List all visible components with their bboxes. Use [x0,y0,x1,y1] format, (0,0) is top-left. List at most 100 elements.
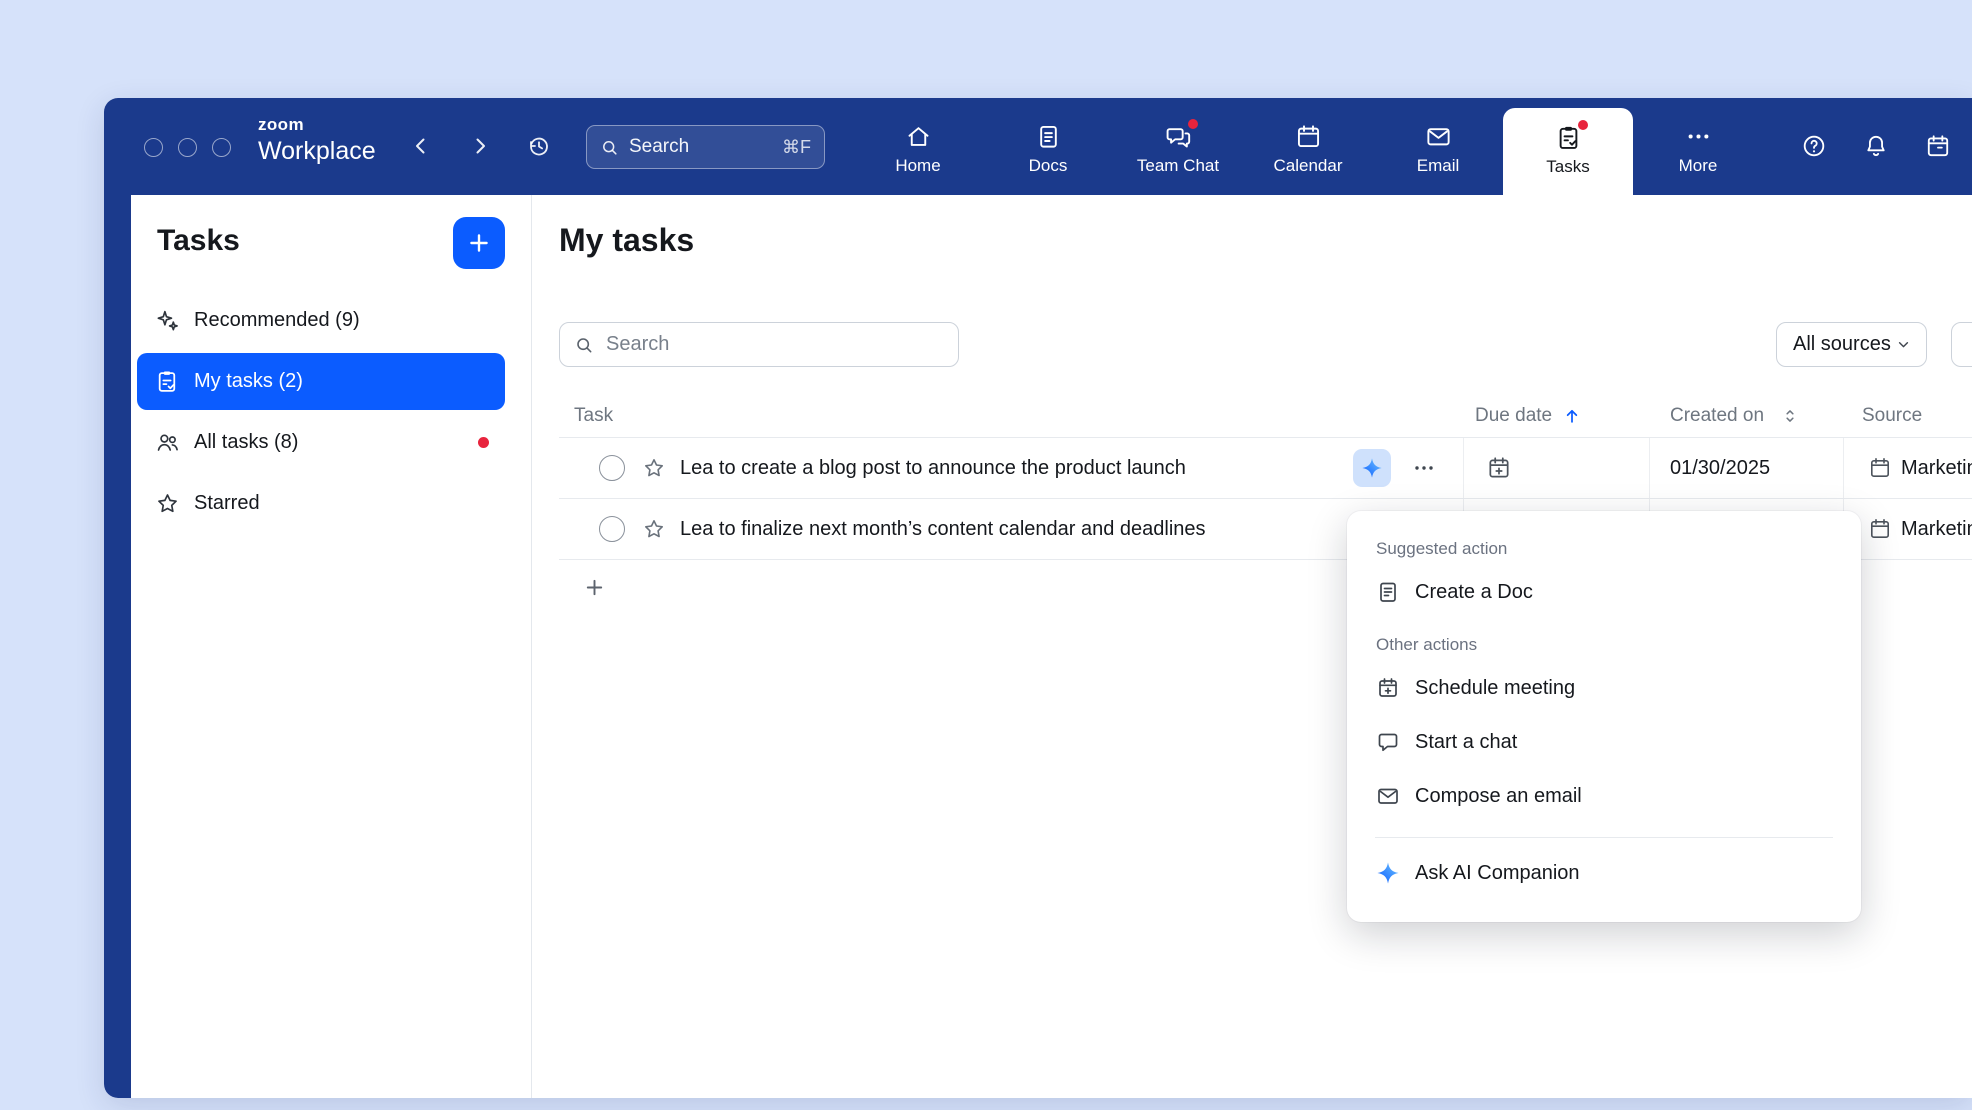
tasks-icon [1555,124,1582,151]
plus-icon [583,576,606,599]
task-title: Lea to create a blog post to announce th… [680,457,1186,480]
task-title: Lea to finalize next month’s content cal… [680,518,1206,541]
sidebar-item-label: Starred [194,492,260,515]
page-title: My tasks [559,222,694,259]
nav-item-tasks[interactable]: Tasks [1503,108,1633,195]
menu-divider [1375,837,1833,838]
table-row[interactable]: Lea to create a blog post to announce th… [559,438,1972,499]
window-control-close[interactable] [144,138,163,157]
calendar-icon [1295,123,1322,150]
zoom-wordmark: zoom [258,116,376,133]
task-complete-checkbox[interactable] [599,455,625,481]
global-search[interactable]: Search ⌘F [586,125,825,169]
menu-item-label: Compose an email [1415,785,1582,808]
menu-item-create-doc[interactable]: Create a Doc [1373,565,1835,619]
menu-section-label: Suggested action [1376,539,1835,559]
menu-item-label: Create a Doc [1415,581,1533,604]
home-icon [905,123,932,150]
mini-calendar-button[interactable] [1925,133,1951,159]
global-search-placeholder: Search [629,136,689,158]
nav-item-docs[interactable]: Docs [983,98,1113,195]
team-chat-icon [1165,123,1192,150]
topbar: zoom Workplace Search ⌘F Home Docs [104,98,1972,195]
ai-companion-icon [1376,861,1400,885]
team-chat-notification-dot [1188,119,1198,129]
source-doc-icon [1868,517,1892,541]
source-name[interactable]: Marketing [1901,518,1972,541]
header-due-date[interactable]: Due date [1464,405,1650,427]
new-task-button[interactable] [453,217,505,269]
sources-filter-label: All sources [1793,333,1891,356]
nav-item-team-chat[interactable]: Team Chat [1113,98,1243,195]
menu-item-start-chat[interactable]: Start a chat [1373,715,1835,769]
window-controls [144,138,231,157]
menu-item-compose-email[interactable]: Compose an email [1373,769,1835,823]
window-control-minimize[interactable] [178,138,197,157]
menu-item-label: Start a chat [1415,731,1517,754]
sources-filter-dropdown[interactable]: All sources [1776,322,1927,367]
chat-bubble-icon [1376,730,1400,754]
calendar-plus-icon [1376,676,1400,700]
table-header-row: Task Due date Created on Source [559,395,1972,438]
people-icon [155,430,180,455]
sidebar-item-label: Recommended (9) [194,309,360,332]
window-control-maximize[interactable] [212,138,231,157]
tasks-search-field[interactable] [559,322,959,367]
ellipsis-icon [1412,456,1436,480]
task-complete-checkbox[interactable] [599,516,625,542]
menu-item-label: Ask AI Companion [1415,862,1580,885]
row-more-actions-button[interactable] [1409,453,1439,483]
envelope-icon [1376,784,1400,808]
created-on-value: 01/30/2025 [1650,457,1770,480]
tasks-search-input[interactable] [604,332,944,357]
notifications-button[interactable] [1863,133,1889,159]
star-toggle-icon[interactable] [642,456,666,480]
menu-item-label: Schedule meeting [1415,677,1575,700]
calendar-date-icon [1925,133,1951,159]
nav-item-home[interactable]: Home [853,98,983,195]
left-rail [104,195,131,1098]
menu-item-schedule-meeting[interactable]: Schedule meeting [1373,661,1835,715]
nav-label: Calendar [1274,156,1343,176]
source-name[interactable]: Marketing [1901,457,1972,480]
add-due-date-button[interactable] [1486,455,1512,481]
search-shortcut: ⌘F [782,137,811,158]
ai-companion-icon [1361,457,1383,479]
header-task: Task [559,405,1464,427]
nav-item-more[interactable]: More [1633,98,1763,195]
my-tasks-panel: My tasks All sources Task Due date Creat… [531,195,1972,1098]
clock-history-icon [527,134,551,158]
nav-label: More [1679,156,1718,176]
ai-companion-actions-button[interactable] [1353,449,1391,487]
header-created-on[interactable]: Created on [1650,405,1844,427]
search-icon [600,138,619,157]
help-icon [1801,133,1827,159]
sidebar-item-recommended[interactable]: Recommended (9) [137,292,505,349]
star-toggle-icon[interactable] [642,517,666,541]
nav-label: Email [1417,156,1460,176]
forward-button[interactable] [465,131,495,161]
chevron-left-icon [409,134,433,158]
sidebar-item-starred[interactable]: Starred [137,475,505,532]
more-icon [1685,123,1712,150]
nav-item-email[interactable]: Email [1373,98,1503,195]
all-tasks-notification-dot [478,437,489,448]
sort-both-icon [1780,406,1800,426]
nav-item-calendar[interactable]: Calendar [1243,98,1373,195]
sidebar-item-my-tasks[interactable]: My tasks (2) [137,353,505,410]
back-button[interactable] [406,131,436,161]
sidebar-item-all-tasks[interactable]: All tasks (8) [137,414,505,471]
chevron-down-icon [1895,336,1912,353]
sparkles-icon [155,308,180,333]
nav-label: Team Chat [1137,156,1219,176]
bell-icon [1863,133,1889,159]
tasks-notification-dot [1578,120,1588,130]
nav-label: Tasks [1546,157,1589,177]
top-navigation: Home Docs Team Chat Calendar Email [853,98,1763,195]
tasks-sidebar: Tasks Recommended (9) My tasks (2) All t… [131,195,531,1098]
clipped-toolbar-button[interactable] [1951,322,1972,367]
history-button[interactable] [524,131,554,161]
email-icon [1425,123,1452,150]
menu-item-ask-ai-companion[interactable]: Ask AI Companion [1373,846,1835,900]
help-button[interactable] [1801,133,1827,159]
